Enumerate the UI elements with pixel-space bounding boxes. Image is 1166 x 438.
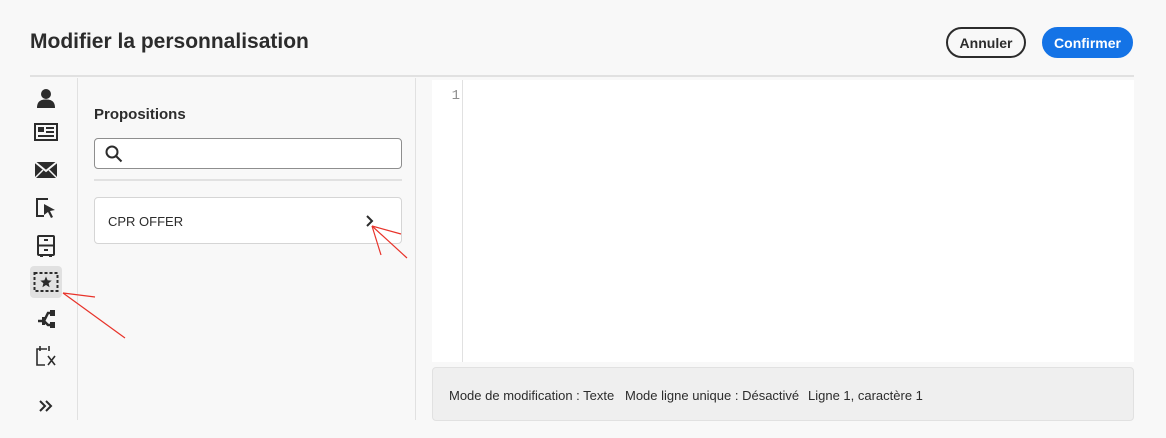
newspaper-icon — [34, 123, 58, 141]
rail-item-content[interactable] — [30, 116, 62, 148]
line-number-gutter: 1 — [432, 80, 463, 362]
confirm-button[interactable]: Confirmer — [1042, 27, 1133, 58]
header-divider — [30, 75, 1134, 77]
rail-item-profile[interactable] — [30, 82, 62, 114]
editor-statusbar: Mode de modification : Texte Mode ligne … — [432, 367, 1134, 421]
search-box[interactable] — [94, 138, 402, 169]
offer-list-item[interactable]: CPR OFFER — [94, 197, 402, 244]
propositions-panel: Propositions CPR OFFER — [79, 78, 416, 420]
rail-item-functions[interactable] — [30, 340, 62, 372]
double-chevron-right-icon — [39, 400, 53, 412]
line-number: 1 — [451, 88, 460, 104]
cursor-select-icon — [36, 198, 55, 218]
search-icon — [105, 145, 123, 168]
cancel-button[interactable]: Annuler — [946, 27, 1026, 58]
single-line-mode-status: Mode ligne unique : Désactivé — [625, 388, 800, 403]
rail-item-decisions[interactable] — [30, 302, 62, 334]
calendar-function-icon — [36, 346, 56, 366]
user-icon — [37, 89, 55, 108]
email-icon — [34, 161, 58, 179]
edit-mode-status: Mode de modification : Texte — [449, 388, 615, 403]
dialog-title: Modifier la personnalisation — [30, 30, 309, 53]
personalization-dialog: Modifier la personnalisation Annuler Con… — [0, 0, 1166, 438]
git-branch-icon — [38, 310, 55, 328]
search-input[interactable] — [129, 143, 395, 165]
code-area[interactable] — [464, 80, 1134, 362]
rail-item-offers[interactable] — [30, 266, 62, 298]
rail-item-selection[interactable] — [30, 192, 62, 224]
file-cabinet-icon — [37, 235, 55, 257]
rail-item-messages[interactable] — [30, 154, 62, 186]
rail-expand-button[interactable] — [30, 390, 62, 422]
expression-editor[interactable]: 1 — [432, 80, 1134, 362]
cursor-position-status: Ligne 1, caractère 1 — [808, 388, 923, 403]
panel-divider — [94, 179, 402, 181]
offer-star-icon — [33, 272, 59, 292]
panel-title: Propositions — [94, 106, 186, 123]
rail-item-records[interactable] — [30, 230, 62, 262]
chevron-right-icon[interactable] — [365, 214, 375, 232]
offer-label: CPR OFFER — [108, 214, 184, 229]
category-rail — [30, 78, 78, 420]
